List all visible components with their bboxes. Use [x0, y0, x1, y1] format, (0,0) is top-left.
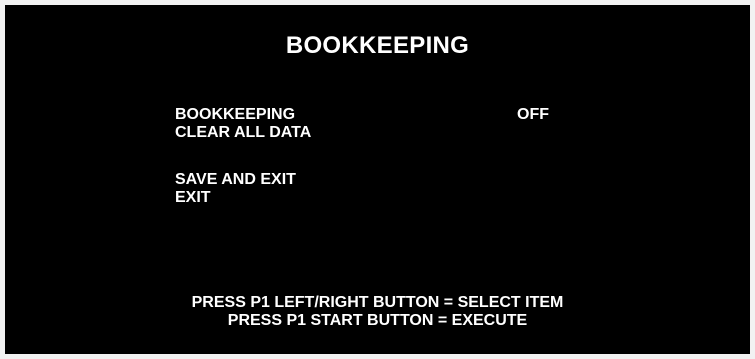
bookkeeping-screen: BOOKKEEPING BOOKKEEPING OFF CLEAR ALL DA…: [5, 5, 750, 354]
bookkeeping-value[interactable]: OFF: [517, 106, 549, 124]
menu-item-save-and-exit[interactable]: SAVE AND EXIT: [175, 171, 296, 189]
menu-item-bookkeeping[interactable]: BOOKKEEPING: [175, 106, 295, 124]
page-title: BOOKKEEPING: [285, 32, 470, 59]
menu-item-exit[interactable]: EXIT: [175, 189, 211, 207]
instruction-select-item: PRESS P1 LEFT/RIGHT BUTTON = SELECT ITEM: [191, 294, 564, 311]
menu-item-clear-all-data[interactable]: CLEAR ALL DATA: [175, 124, 311, 142]
instruction-execute: PRESS P1 START BUTTON = EXECUTE: [227, 312, 528, 329]
